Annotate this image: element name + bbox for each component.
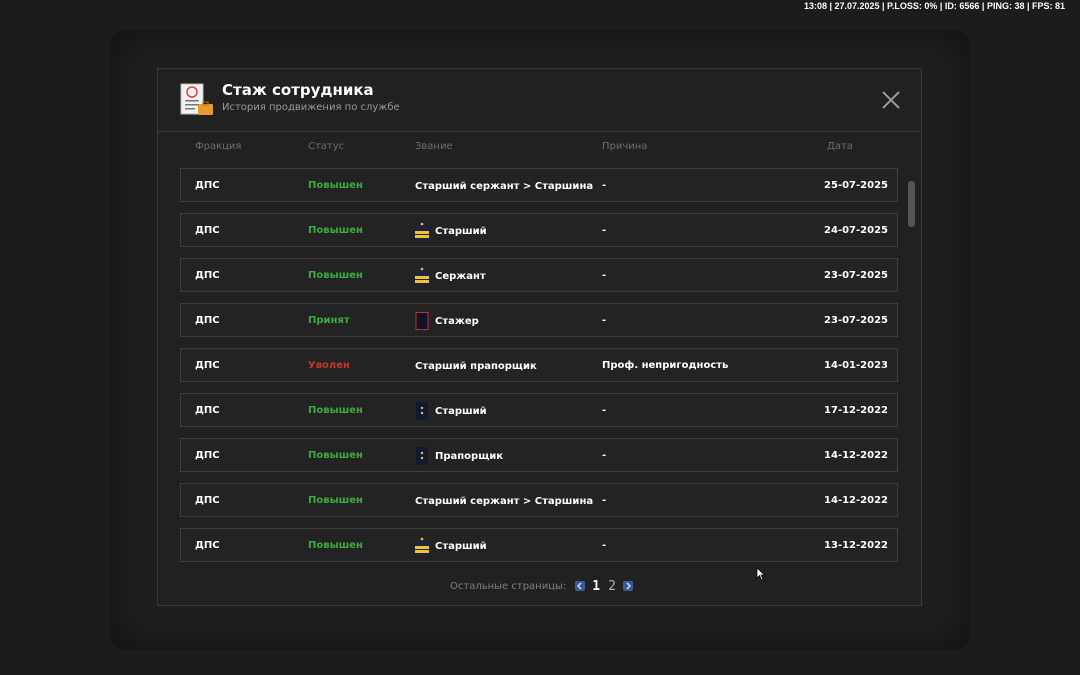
row-rank-label: Старший bbox=[435, 405, 487, 417]
row-rank: Старший bbox=[415, 537, 487, 555]
row-reason: - bbox=[602, 225, 607, 236]
column-headers: Фракция Статус Звание Причина Дата bbox=[180, 141, 900, 157]
table-row: ДПС Повышен Старший - 17-12-2022 bbox=[180, 393, 898, 427]
row-rank: Стажер bbox=[415, 312, 479, 330]
column-reason: Причина bbox=[602, 141, 648, 152]
navy-shoulder-icon bbox=[416, 447, 428, 465]
modal-title: Стаж сотрудника bbox=[222, 81, 374, 99]
pagination: Остальные страницы: 1 2 bbox=[450, 578, 636, 594]
pagination-label: Остальные страницы: bbox=[450, 580, 567, 592]
row-reason: - bbox=[602, 180, 607, 191]
prev-page-button[interactable] bbox=[575, 581, 586, 591]
chevron-right-icon bbox=[626, 582, 631, 590]
row-date: 17-12-2022 bbox=[824, 405, 888, 416]
table-row: ДПС Повышен Сержант - 23-07-2025 bbox=[180, 258, 898, 292]
row-reason: - bbox=[602, 450, 607, 461]
row-rank-label: Старший bbox=[435, 225, 487, 237]
document-icon bbox=[180, 83, 213, 115]
row-rank: Старший сержант > Старшина bbox=[415, 177, 593, 195]
column-status: Статус bbox=[308, 141, 345, 152]
next-page-button[interactable] bbox=[622, 581, 633, 591]
table-row: ДПС Повышен Старший сержант > Старшина - 25-… bbox=[180, 168, 898, 202]
row-status: Повышен bbox=[308, 225, 363, 236]
row-rank-label: Старший прапорщик bbox=[415, 360, 537, 372]
row-status: Повышен bbox=[308, 270, 363, 281]
row-status: Повышен bbox=[308, 405, 363, 416]
row-rank: Старший bbox=[415, 402, 487, 420]
row-date: 24-07-2025 bbox=[824, 225, 888, 236]
row-date: 14-01-2023 bbox=[824, 360, 888, 371]
row-faction: ДПС bbox=[195, 270, 220, 281]
red-shoulder-icon bbox=[415, 312, 429, 330]
row-rank: Прапорщик bbox=[415, 447, 503, 465]
row-faction: ДПС bbox=[195, 540, 220, 551]
table-row: ДПС Уволен Старший прапорщик Проф. непригод… bbox=[180, 348, 898, 382]
gold-shoulder-icon bbox=[415, 222, 429, 240]
row-rank-label: Старший bbox=[435, 540, 487, 552]
row-status: Повышен bbox=[308, 180, 363, 191]
row-date: 23-07-2025 bbox=[824, 270, 888, 281]
row-rank-label: Стажер bbox=[435, 315, 479, 327]
row-faction: ДПС bbox=[195, 495, 220, 506]
row-faction: ДПС bbox=[195, 180, 220, 191]
row-rank: Сержант bbox=[415, 267, 486, 285]
column-date: Дата bbox=[827, 141, 853, 152]
row-date: 14-12-2022 bbox=[824, 495, 888, 506]
row-date: 23-07-2025 bbox=[824, 315, 888, 326]
row-date: 25-07-2025 bbox=[824, 180, 888, 191]
table-row: ДПС Повышен Старший - 24-07-2025 bbox=[180, 213, 898, 247]
row-rank: Старший прапорщик bbox=[415, 357, 537, 375]
row-faction: ДПС bbox=[195, 450, 220, 461]
column-rank: Звание bbox=[415, 141, 453, 152]
row-status: Повышен bbox=[308, 495, 363, 506]
row-reason: - bbox=[602, 270, 607, 281]
column-faction: Фракция bbox=[195, 141, 242, 152]
row-faction: ДПС bbox=[195, 315, 220, 326]
row-date: 14-12-2022 bbox=[824, 450, 888, 461]
close-icon[interactable] bbox=[881, 90, 901, 110]
table-row: ДПС Принят Стажер - 23-07-2025 bbox=[180, 303, 898, 337]
row-reason: - bbox=[602, 540, 607, 551]
row-faction: ДПС bbox=[195, 360, 220, 371]
table-row: ДПС Повышен Прапорщик - 14-12-2022 bbox=[180, 438, 898, 472]
row-reason: - bbox=[602, 495, 607, 506]
page-1-button[interactable]: 1 bbox=[592, 579, 600, 594]
row-rank-label: Старший сержант > Старшина bbox=[415, 495, 594, 507]
chevron-left-icon bbox=[577, 582, 582, 590]
modal-subtitle: История продвижения по службе bbox=[222, 102, 400, 113]
gold-shoulder-icon bbox=[415, 537, 429, 555]
mouse-cursor-icon bbox=[756, 567, 766, 581]
gold-shoulder-icon bbox=[415, 267, 429, 285]
row-faction: ДПС bbox=[195, 225, 220, 236]
row-date: 13-12-2022 bbox=[824, 540, 888, 551]
page-2-button[interactable]: 2 bbox=[608, 579, 616, 594]
scrollbar-thumb[interactable] bbox=[908, 181, 915, 227]
row-status: Повышен bbox=[308, 540, 363, 551]
hud-status-bar: 13:08 | 27.07.2025 | P.LOSS: 0% | ID: 65… bbox=[803, 1, 1065, 11]
seniority-modal: Стаж сотрудника История продвижения по с… bbox=[157, 68, 922, 606]
table-row: ДПС Повышен Старший - 13-12-2022 bbox=[180, 528, 898, 562]
row-reason: - bbox=[602, 405, 607, 416]
row-rank: Старший сержант > Старшина bbox=[415, 492, 593, 510]
row-reason: Проф. непригодность bbox=[602, 360, 729, 371]
row-rank-label: Сержант bbox=[435, 270, 486, 282]
row-status: Уволен bbox=[308, 360, 350, 371]
row-reason: - bbox=[602, 315, 607, 326]
row-rank-label: Старший сержант > Старшина bbox=[415, 180, 594, 192]
row-status: Повышен bbox=[308, 450, 363, 461]
row-status: Принят bbox=[308, 315, 350, 326]
modal-header: Стаж сотрудника История продвижения по с… bbox=[158, 69, 921, 132]
navy-shoulder-icon bbox=[416, 402, 428, 420]
row-rank-label: Прапорщик bbox=[435, 450, 504, 462]
table-row: ДПС Повышен Старший сержант > Старшина - 14-… bbox=[180, 483, 898, 517]
row-faction: ДПС bbox=[195, 405, 220, 416]
row-rank: Старший bbox=[415, 222, 487, 240]
